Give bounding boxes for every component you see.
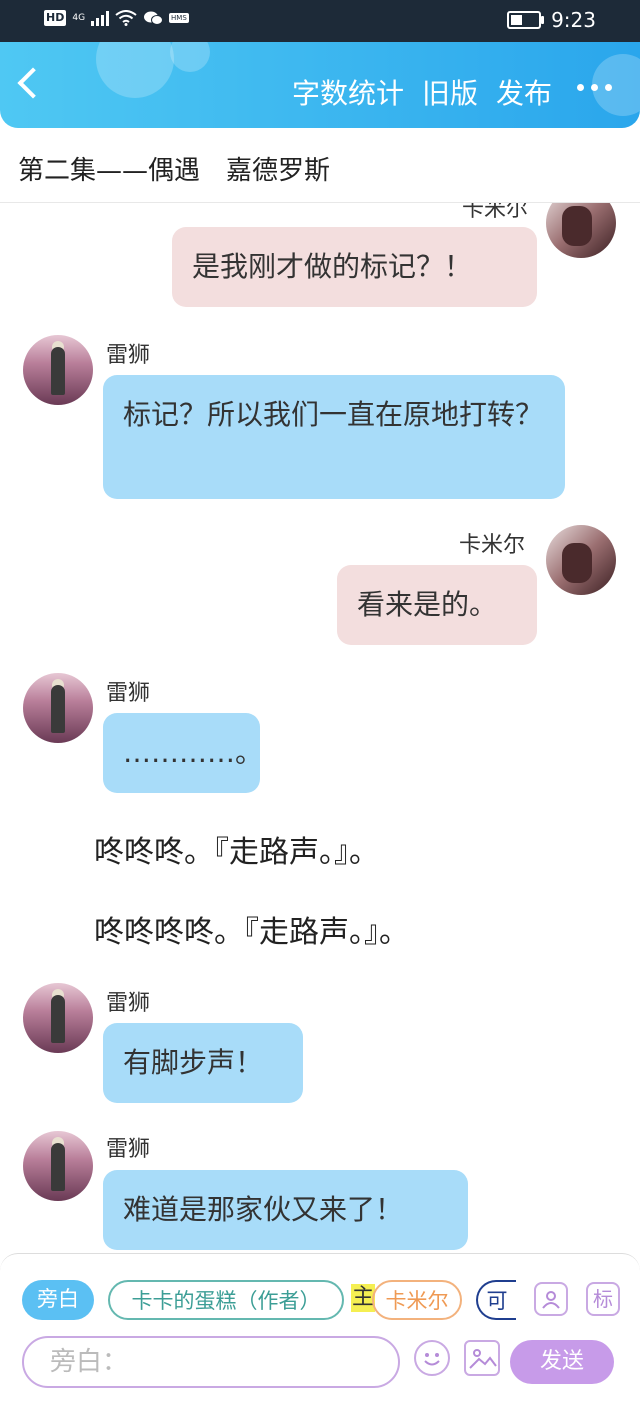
chevron-left-icon[interactable] — [17, 67, 49, 99]
message-bubble[interactable]: 是我刚才做的标记？！ — [172, 227, 537, 307]
more-dots-icon[interactable] — [577, 84, 612, 91]
status-bar: HD 4G HMS 9:23 — [0, 0, 640, 42]
speaker-name: 卡米尔 — [462, 203, 529, 222]
emoji-icon[interactable] — [414, 1340, 450, 1376]
narration-text[interactable]: 咚咚咚咚。『走路声。』。 — [94, 907, 409, 951]
chapter-title[interactable]: 第二集——偶遇 嘉德罗斯 — [18, 150, 330, 187]
message-bubble[interactable]: 看来是的。 — [337, 565, 537, 645]
message-bubble[interactable]: 难道是那家伙又来了！ — [103, 1170, 468, 1250]
word-count-button[interactable]: 字数统计 — [292, 72, 404, 112]
app-header: 字数统计 旧版 发布 — [0, 42, 640, 128]
chapter-title-bar: 第二集——偶遇 嘉德罗斯 — [0, 128, 640, 203]
speaker-name: 卡米尔 — [459, 533, 526, 558]
chat-area[interactable]: 卡米尔 是我刚才做的标记？！ 雷狮 标记？所以我们一直在原地打转？ 卡米尔 看来… — [0, 203, 640, 1253]
mark-icon[interactable]: 标 — [586, 1282, 620, 1316]
header-menu: 字数统计 旧版 发布 — [292, 72, 552, 112]
narration-text[interactable]: 咚咚咚。『走路声。』。 — [94, 827, 379, 871]
message-input-box[interactable] — [22, 1336, 400, 1388]
role-author-chip[interactable]: 卡卡的蛋糕（作者） — [108, 1280, 344, 1320]
publish-button[interactable]: 发布 — [496, 72, 552, 112]
message-bubble[interactable]: …………。 — [103, 713, 263, 793]
wechat-icon — [144, 11, 164, 25]
signal-icon — [91, 10, 110, 26]
avatar[interactable] — [546, 525, 616, 595]
image-icon[interactable] — [464, 1340, 500, 1376]
avatar[interactable] — [23, 1131, 93, 1201]
hms-icon: HMS — [169, 13, 189, 23]
role-partial-chip[interactable]: 可 — [476, 1280, 516, 1320]
old-version-button[interactable]: 旧版 — [422, 72, 478, 112]
speaker-name: 雷狮 — [106, 991, 151, 1016]
avatar[interactable] — [23, 335, 93, 405]
user-card-icon[interactable] — [534, 1282, 568, 1316]
avatar[interactable] — [23, 983, 93, 1053]
role-kamil-chip[interactable]: 卡米尔 — [372, 1280, 462, 1320]
status-left: HD 4G HMS — [44, 10, 189, 26]
decor-bubble — [96, 42, 174, 98]
network-type: 4G — [72, 13, 86, 23]
message-bubble[interactable]: 标记？所以我们一直在原地打转？ — [103, 375, 565, 499]
avatar[interactable] — [23, 673, 93, 743]
wifi-icon — [115, 10, 137, 26]
role-narration-chip[interactable]: 旁白 — [22, 1280, 94, 1320]
speaker-name: 雷狮 — [106, 1137, 151, 1162]
avatar[interactable] — [546, 203, 616, 258]
compose-bar: 旁白 卡卡的蛋糕（作者） 主 卡米尔 可 标 发送 — [0, 1253, 640, 1423]
battery-icon — [507, 11, 545, 29]
decor-bubble — [170, 42, 210, 72]
message-input[interactable] — [48, 1346, 372, 1378]
hd-badge: HD — [44, 10, 67, 26]
speaker-name: 雷狮 — [106, 681, 151, 706]
status-right: 9:23 — [507, 8, 596, 32]
speaker-name: 雷狮 — [106, 343, 151, 368]
message-bubble[interactable]: 有脚步声！ — [103, 1023, 303, 1103]
clock: 9:23 — [551, 8, 596, 32]
send-button[interactable]: 发送 — [510, 1340, 614, 1384]
